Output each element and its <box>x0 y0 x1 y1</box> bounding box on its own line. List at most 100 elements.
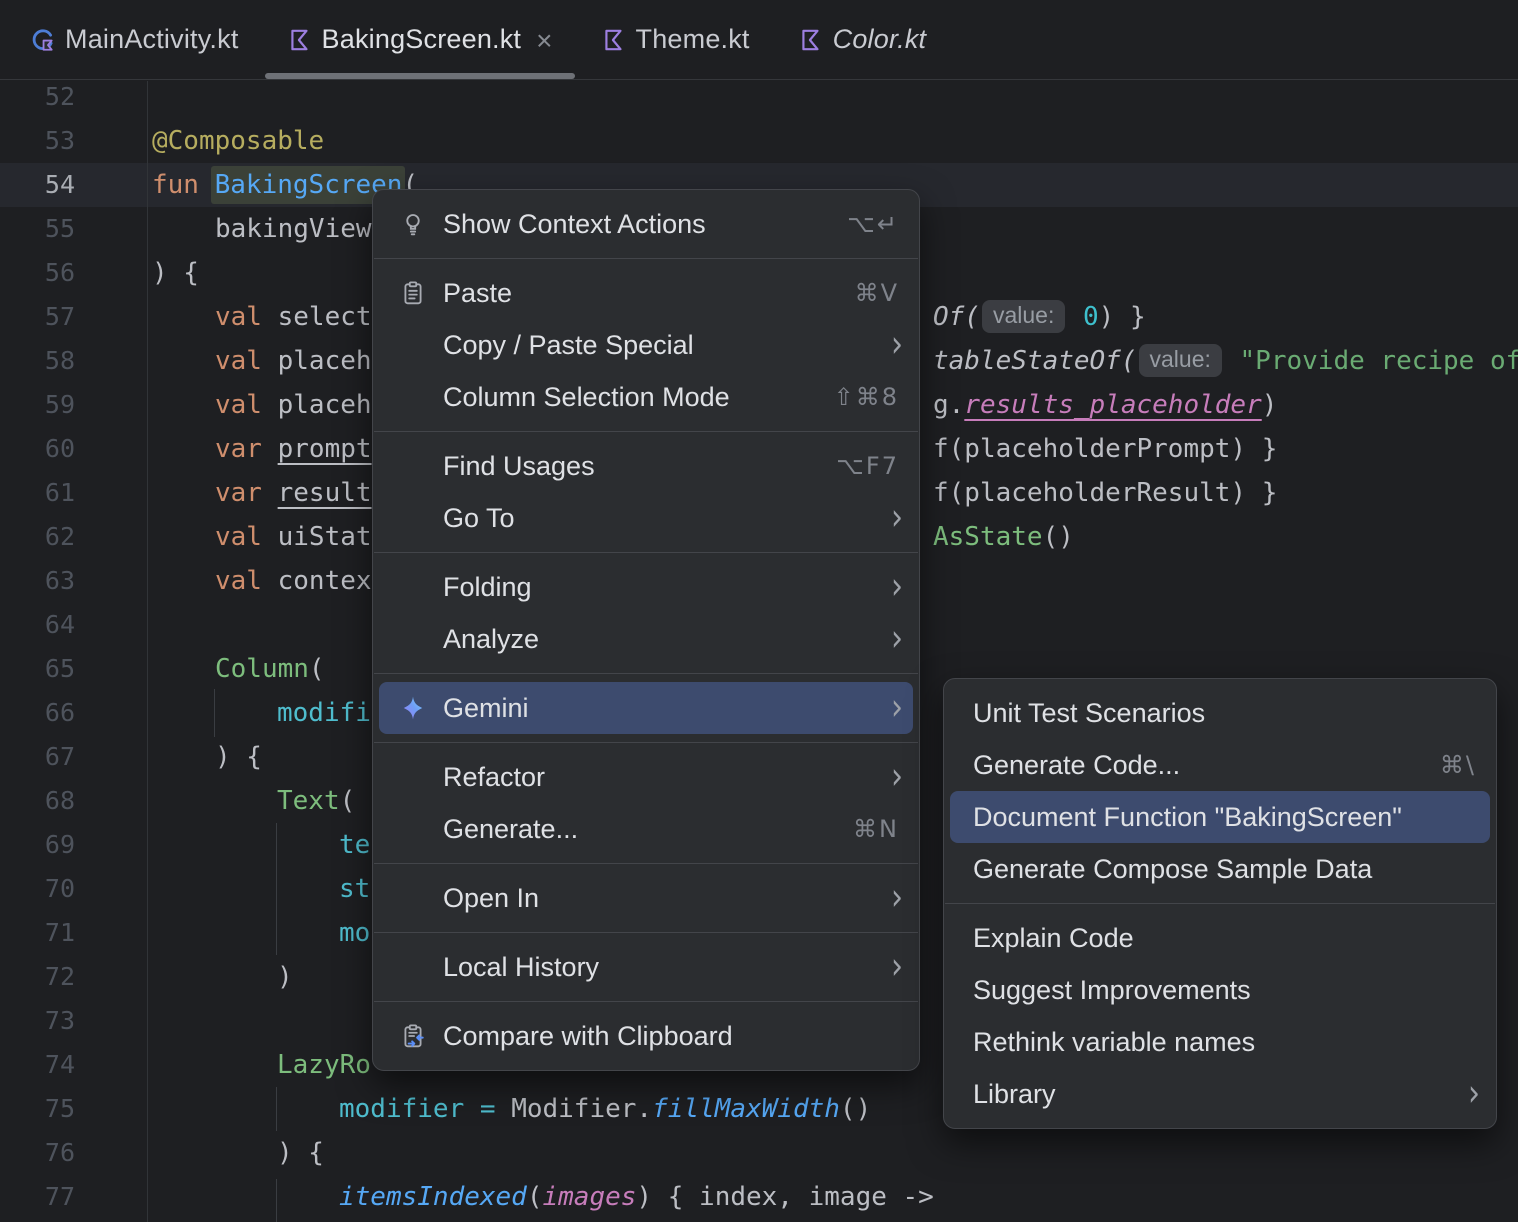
line-number[interactable]: 69 <box>0 823 75 867</box>
menu-item-suggest-improvements[interactable]: Suggest Improvements <box>944 964 1496 1016</box>
line-number[interactable]: 54 <box>0 163 75 207</box>
line-number[interactable]: 77 <box>0 1175 75 1219</box>
code-line-59[interactable]: g.results_placeholder) <box>933 383 1277 427</box>
line-number[interactable]: 73 <box>0 999 75 1043</box>
menu-item-folding[interactable]: Folding › <box>373 561 919 613</box>
code-token: val <box>215 522 278 552</box>
line-number[interactable]: 76 <box>0 1131 75 1175</box>
menu-item-label: Rethink variable names <box>973 1026 1256 1057</box>
close-icon[interactable]: × <box>536 25 552 55</box>
menu-item-label: Column Selection Mode <box>443 381 730 412</box>
menu-item-refactor[interactable]: Refactor › <box>373 751 919 803</box>
code-line-57[interactable]: Of(value: 0) } <box>933 295 1146 339</box>
line-number[interactable]: 55 <box>0 207 75 251</box>
line-number[interactable]: 60 <box>0 427 75 471</box>
code-token: val <box>215 302 278 332</box>
code-line-72[interactable]: ) <box>277 955 293 999</box>
code-line-69[interactable]: te <box>339 823 370 867</box>
line-number[interactable]: 57 <box>0 295 75 339</box>
menu-item-analyze[interactable]: Analyze › <box>373 613 919 665</box>
line-number[interactable]: 71 <box>0 911 75 955</box>
code-line-59[interactable]: val placeh <box>215 383 372 427</box>
code-line-55[interactable]: bakingView <box>215 207 372 251</box>
menu-item-local-history[interactable]: Local History › <box>373 941 919 993</box>
menu-item-open-in[interactable]: Open In › <box>373 872 919 924</box>
code-line-67[interactable]: ) { <box>215 735 262 779</box>
menu-item-show-context-actions[interactable]: Show Context Actions ⌥↵ <box>373 198 919 250</box>
menu-item-generate-code[interactable]: Generate Code... ⌘\ <box>944 739 1496 791</box>
line-number[interactable]: 61 <box>0 471 75 515</box>
menu-item-column-selection-mode[interactable]: Column Selection Mode ⇧⌘8 <box>373 371 919 423</box>
menu-item-label: Analyze <box>443 623 540 654</box>
code-line-77[interactable]: itemsIndexed(images) { index, image -> <box>339 1175 934 1219</box>
code-line-58[interactable]: tableStateOf(value: "Provide recipe of <box>933 339 1518 383</box>
chevron-right-icon: › <box>1468 1071 1480 1116</box>
tab-label: BakingScreen.kt <box>321 24 522 54</box>
menu-separator <box>374 552 918 553</box>
menu-item-explain-code[interactable]: Explain Code <box>944 912 1496 964</box>
menu-separator <box>374 932 918 933</box>
menu-item-library[interactable]: Library › <box>944 1068 1496 1120</box>
code-token: ( <box>339 786 356 816</box>
menu-item-generate-compose-sample-data[interactable]: Generate Compose Sample Data <box>944 843 1496 895</box>
code-line-71[interactable]: mo <box>339 911 370 955</box>
code-token: ) { <box>277 1138 324 1168</box>
tab-mainactivity-kt[interactable]: MainActivity.kt <box>6 0 263 79</box>
code-line-70[interactable]: st <box>339 867 370 911</box>
code-line-61[interactable]: f(placeholderResult) } <box>933 471 1277 515</box>
code-line-58[interactable]: val placeh <box>215 339 372 383</box>
line-number[interactable]: 53 <box>0 119 75 163</box>
inline-hint: value: <box>1138 344 1222 377</box>
line-number[interactable]: 75 <box>0 1087 75 1131</box>
code-line-63[interactable]: val contex <box>215 559 372 603</box>
line-number[interactable]: 68 <box>0 779 75 823</box>
code-line-62[interactable]: val uiStat <box>215 515 372 559</box>
line-number[interactable]: 70 <box>0 867 75 911</box>
menu-item-gemini[interactable]: Gemini › <box>373 682 919 734</box>
code-line-61[interactable]: var result <box>215 471 372 515</box>
menu-item-document-function-bakingscreen[interactable]: Document Function "BakingScreen" <box>944 791 1496 843</box>
tab-label: Theme.kt <box>635 24 750 54</box>
line-number[interactable]: 58 <box>0 339 75 383</box>
code-line-62[interactable]: AsState() <box>933 515 1074 559</box>
code-line-76[interactable]: ) { <box>277 1131 324 1175</box>
line-number[interactable]: 62 <box>0 515 75 559</box>
menu-item-rethink-variable-names[interactable]: Rethink variable names <box>944 1016 1496 1068</box>
tab-bakingscreen-kt[interactable]: BakingScreen.kt × <box>263 0 577 79</box>
menu-item-compare-with-clipboard[interactable]: Compare with Clipboard <box>373 1010 919 1062</box>
line-number[interactable]: 65 <box>0 647 75 691</box>
line-number[interactable]: 52 <box>0 75 75 119</box>
menu-item-find-usages[interactable]: Find Usages ⌥F7 <box>373 440 919 492</box>
code-line-74[interactable]: LazyRo <box>277 1043 371 1087</box>
menu-item-go-to[interactable]: Go To › <box>373 492 919 544</box>
indent-guide <box>276 823 277 955</box>
tab-color-kt[interactable]: Color.kt <box>774 0 951 79</box>
menu-item-paste[interactable]: Paste ⌘V <box>373 267 919 319</box>
code-line-60[interactable]: f(placeholderPrompt) } <box>933 427 1277 471</box>
code-line-75[interactable]: modifier = Modifier.fillMaxWidth() <box>339 1087 871 1131</box>
line-number[interactable]: 64 <box>0 603 75 647</box>
code-line-66[interactable]: modifi <box>277 691 371 735</box>
menu-item-generate[interactable]: Generate... ⌘N <box>373 803 919 855</box>
code-line-65[interactable]: Column( <box>215 647 325 691</box>
code-token: result <box>277 478 372 508</box>
menu-separator <box>945 903 1495 904</box>
menu-item-label: Explain Code <box>973 922 1134 953</box>
code-line-53[interactable]: @Composable <box>152 119 324 163</box>
code-line-60[interactable]: var prompt <box>215 427 372 471</box>
lightbulb-icon <box>406 214 420 236</box>
code-line-68[interactable]: Text( <box>277 779 355 823</box>
tab-theme-kt[interactable]: Theme.kt <box>577 0 774 79</box>
line-number[interactable]: 74 <box>0 1043 75 1087</box>
line-number[interactable]: 56 <box>0 251 75 295</box>
code-line-56[interactable]: ) { <box>152 251 199 295</box>
menu-item-unit-test-scenarios[interactable]: Unit Test Scenarios <box>944 687 1496 739</box>
code-line-57[interactable]: val select <box>215 295 372 339</box>
menu-item-copy-paste-special[interactable]: Copy / Paste Special › <box>373 319 919 371</box>
line-number[interactable]: 66 <box>0 691 75 735</box>
code-token: var <box>215 478 278 508</box>
line-number[interactable]: 63 <box>0 559 75 603</box>
line-number[interactable]: 67 <box>0 735 75 779</box>
line-number[interactable]: 72 <box>0 955 75 999</box>
line-number[interactable]: 59 <box>0 383 75 427</box>
